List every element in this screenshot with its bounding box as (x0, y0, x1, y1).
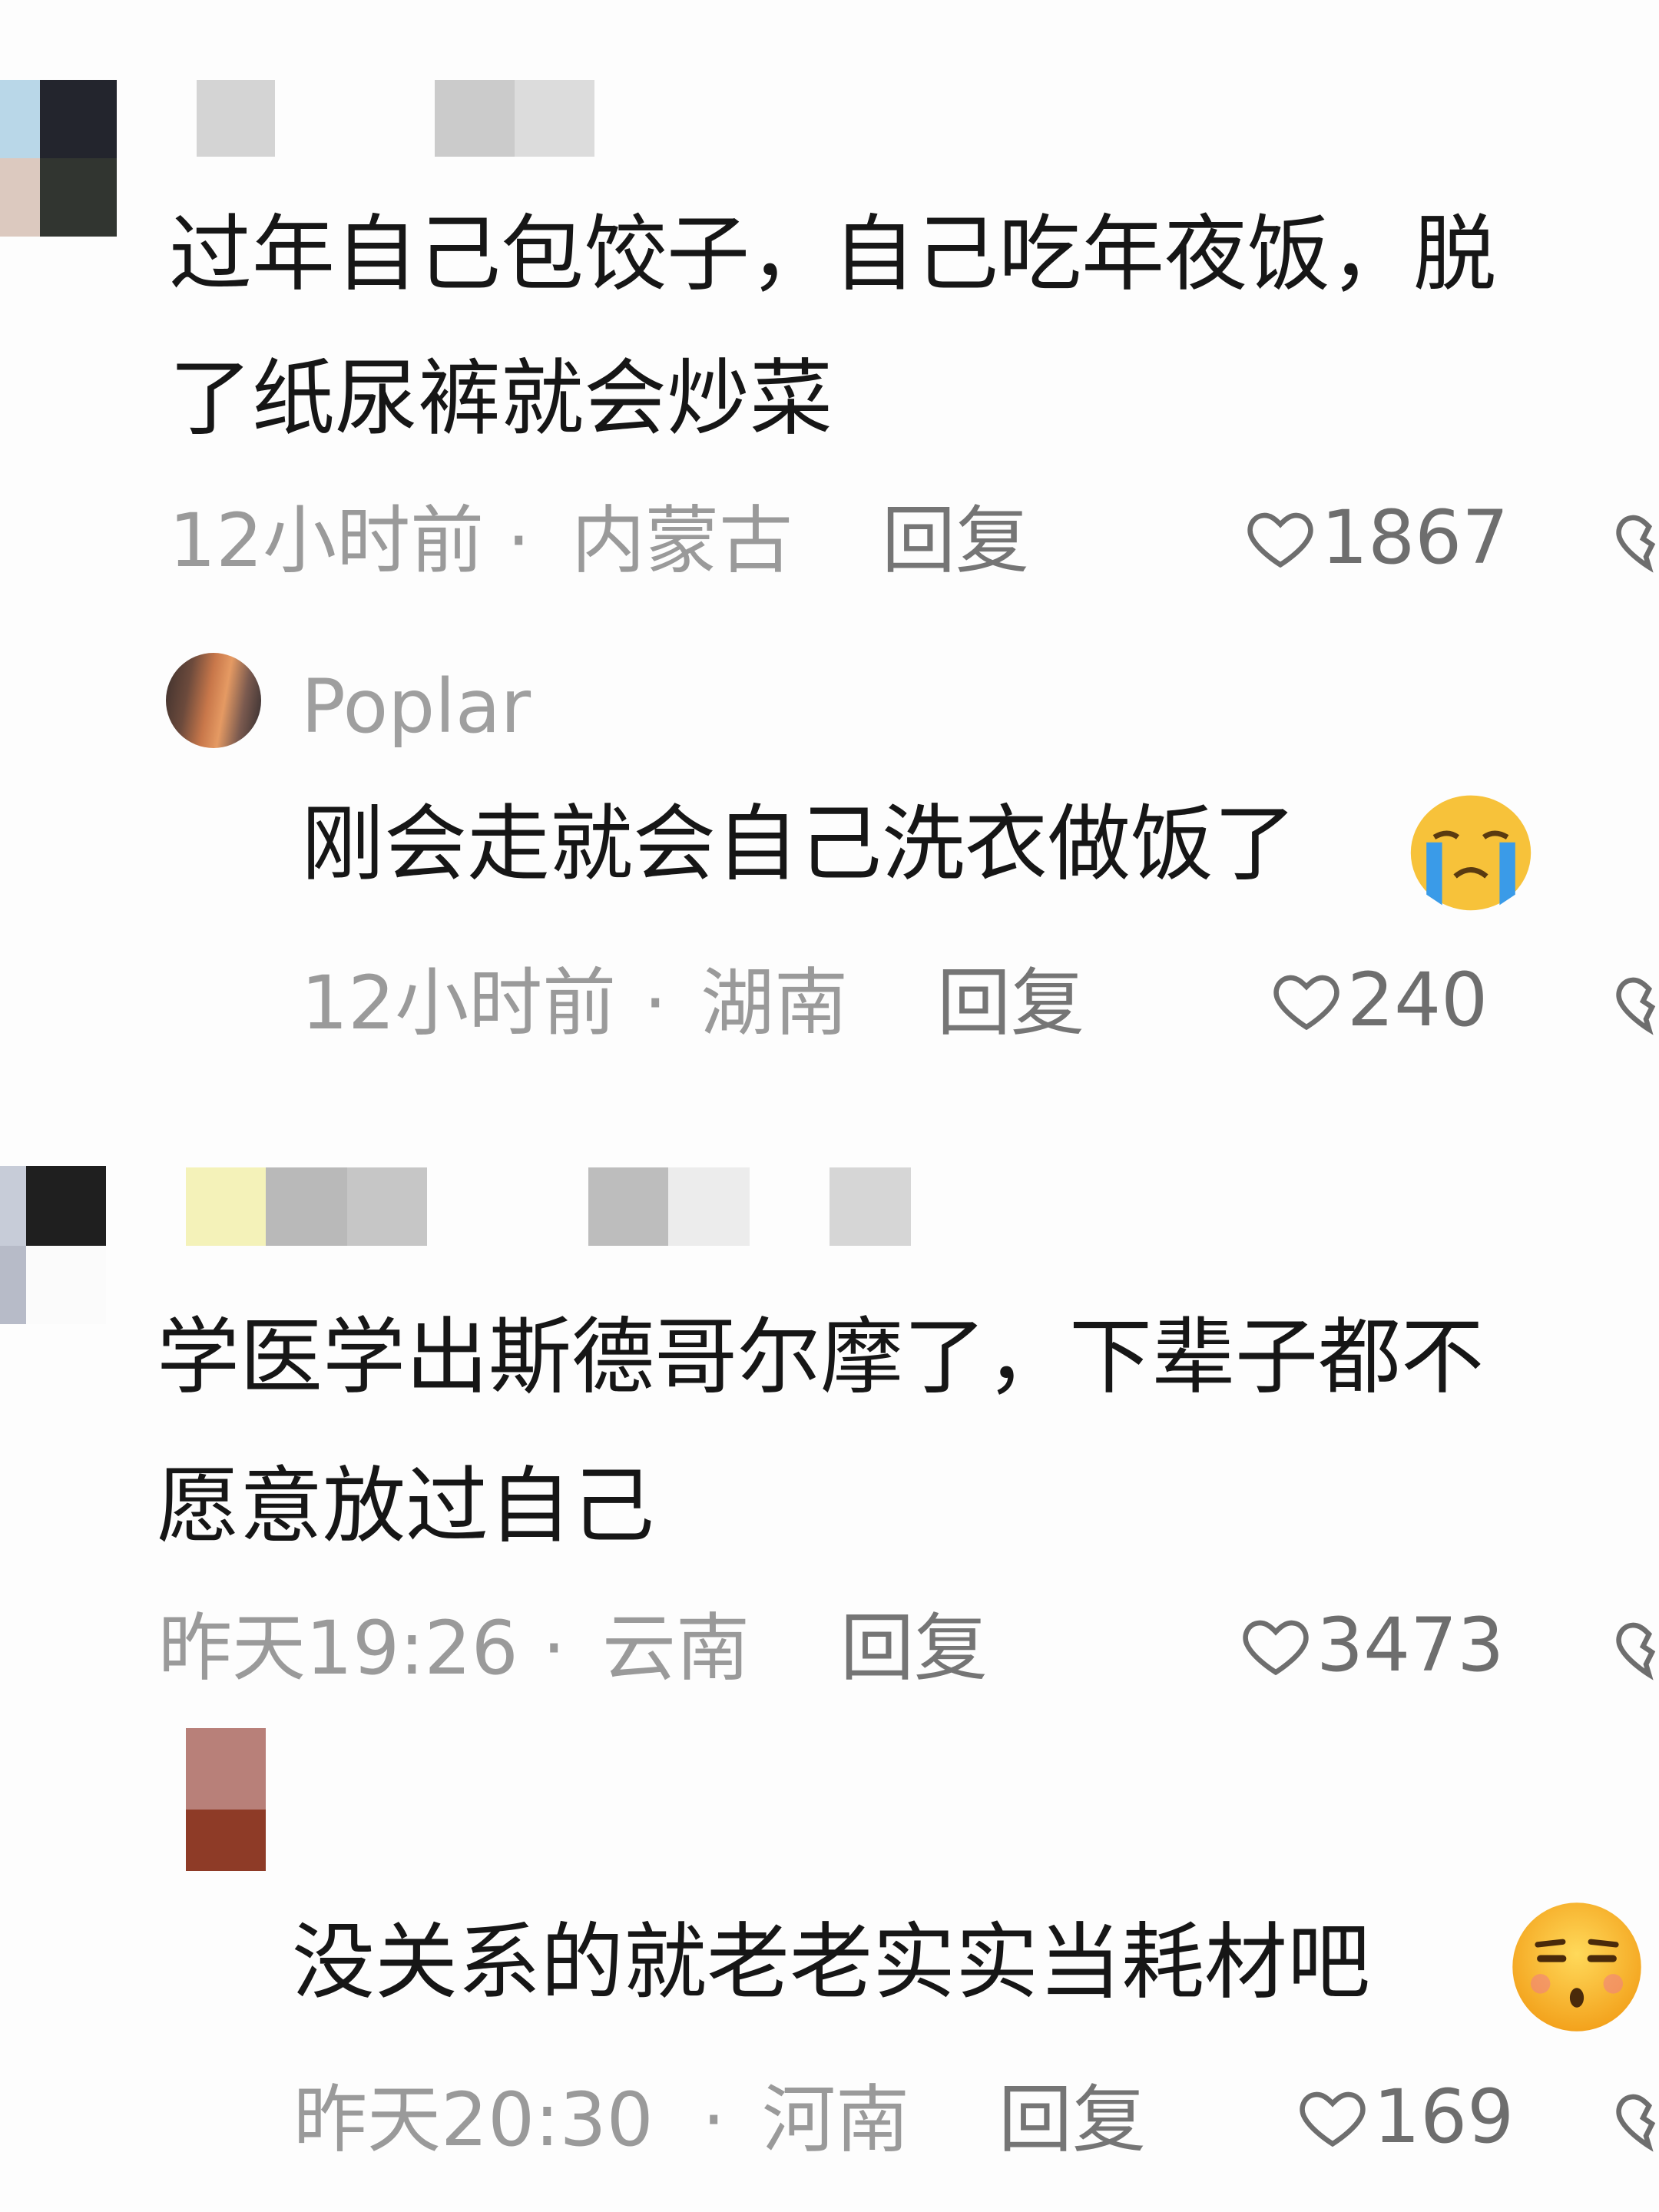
comment-text-line: 愿意放过自己 (157, 1459, 655, 1555)
dislike-icon[interactable] (1613, 504, 1659, 576)
unamused-face-icon (1512, 1902, 1641, 2032)
heart-icon (1300, 2091, 1366, 2147)
reply-location: 湖南 (700, 960, 848, 1046)
comment-location: 内蒙古 (571, 498, 793, 584)
avatar[interactable] (0, 80, 117, 237)
reply-text: 没关系的就老老实实当耗材吧 (292, 1915, 1371, 2011)
crying-face-icon (1410, 795, 1532, 911)
reply-button[interactable]: 回复 (882, 504, 1029, 578)
like-count: 1867 (1321, 495, 1509, 581)
dislike-icon[interactable] (1613, 1611, 1659, 1684)
avatar[interactable] (0, 1166, 108, 1324)
meta-separator: · (644, 960, 667, 1046)
reply-time: 12小时前 (301, 960, 617, 1046)
comment-text-line: 过年自己包饺子，自己吃年夜饭，脱 (169, 207, 1497, 303)
reply-location: 河南 (762, 2077, 909, 2163)
reply-button[interactable]: 回复 (937, 966, 1084, 1040)
username[interactable] (186, 1167, 916, 1246)
like-count: 169 (1373, 2074, 1515, 2160)
dislike-icon[interactable] (1613, 2083, 1659, 2155)
like-button[interactable]: 240 (1270, 963, 1488, 1037)
like-count: 3473 (1316, 1602, 1505, 1688)
like-button[interactable]: 1867 (1244, 501, 1508, 575)
reply-button[interactable]: 回复 (998, 2083, 1146, 2157)
comment-time: 12小时前 (169, 498, 485, 584)
dislike-icon[interactable] (1613, 966, 1659, 1038)
username[interactable] (197, 80, 596, 157)
comment-time: 昨天19:26 (158, 1605, 518, 1691)
like-count: 240 (1347, 957, 1488, 1043)
comment-location: 云南 (602, 1605, 750, 1691)
heart-icon (1247, 512, 1313, 568)
heart-icon (1273, 975, 1339, 1031)
reply-time: 昨天20:30 (293, 2077, 654, 2163)
comment-text-line: 了纸尿裤就会炒菜 (169, 351, 833, 447)
reply-username[interactable]: Poplar (301, 670, 531, 743)
avatar[interactable] (166, 653, 261, 748)
heart-icon (1243, 1620, 1309, 1676)
like-button[interactable]: 169 (1296, 2080, 1514, 2154)
comment-text-line: 学医学出斯德哥尔摩了，下辈子都不 (157, 1310, 1485, 1406)
meta-separator: · (507, 498, 531, 584)
meta-separator: · (702, 2077, 726, 2163)
meta-separator: · (542, 1605, 566, 1691)
avatar[interactable] (186, 1728, 266, 1871)
reply-button[interactable]: 回复 (840, 1611, 988, 1685)
like-button[interactable]: 3473 (1240, 1608, 1504, 1682)
reply-text: 刚会走就会自己洗衣做饭了 (301, 796, 1297, 892)
